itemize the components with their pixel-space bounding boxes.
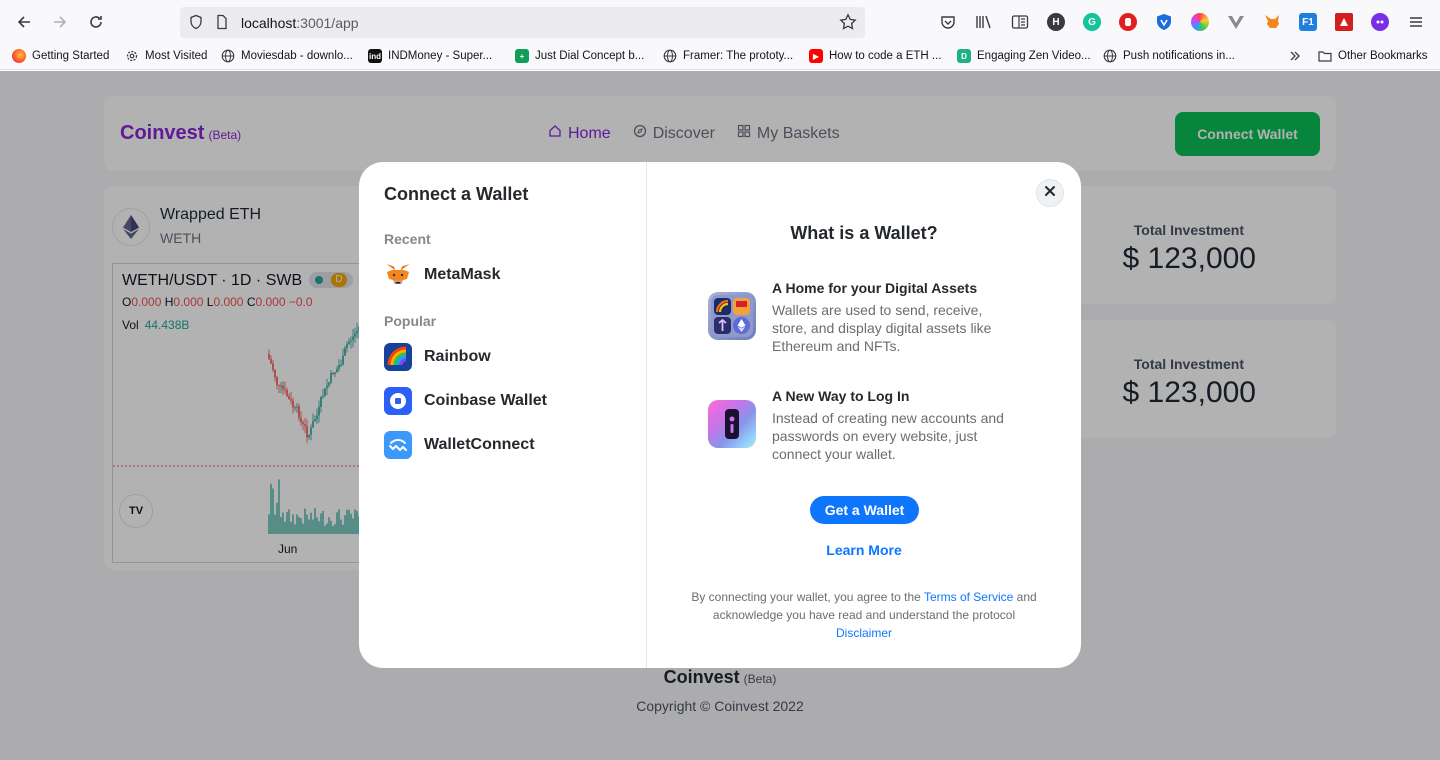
bookmark-star-icon[interactable]	[839, 13, 857, 36]
bookmark-item[interactable]: ind INDMoney - Super...	[368, 49, 492, 63]
info-body-login: Instead of creating new accounts and pas…	[772, 410, 1004, 462]
bookmark-label: Engaging Zen Video...	[977, 50, 1091, 62]
other-bookmarks[interactable]: Other Bookmarks	[1318, 49, 1427, 63]
bookmark-label: Other Bookmarks	[1338, 50, 1428, 62]
indmoney-icon: ind	[368, 49, 382, 63]
bookmark-item[interactable]: Most Visited	[125, 49, 207, 63]
bookmarks-bar: Getting Started Most Visited Moviesdab -…	[0, 44, 1440, 70]
close-modal-button[interactable]	[1036, 179, 1064, 207]
adblock-icon[interactable]	[1119, 13, 1137, 31]
disclaimer-link[interactable]: Disclaimer	[836, 626, 892, 640]
bookmarks-overflow-chevron-icon[interactable]	[1288, 49, 1302, 63]
info-title-login: A New Way to Log In	[772, 388, 910, 404]
modal-title: Connect a Wallet	[384, 184, 529, 204]
vpn-shield-icon[interactable]	[1155, 13, 1173, 31]
get-a-wallet-button[interactable]: Get a Wallet	[810, 496, 919, 524]
wallet-option-walletconnect[interactable]: WalletConnect	[384, 431, 535, 459]
zen-icon: D	[957, 49, 971, 63]
metamask-extension-icon[interactable]	[1263, 13, 1281, 31]
browser-toolbar: localhost:3001/app H G F1	[0, 0, 1440, 44]
bookmark-label: Moviesdab - downlo...	[241, 50, 353, 62]
hamburger-menu-icon[interactable]	[1407, 13, 1425, 31]
wallet-list-panel: Connect a Wallet Recent MetaMask Popular…	[359, 162, 647, 668]
recent-label: Recent	[384, 231, 431, 247]
globe-icon	[1103, 49, 1117, 63]
vue-devtools-icon[interactable]	[1227, 13, 1245, 31]
shield-icon[interactable]	[188, 14, 204, 35]
firefox-icon	[12, 49, 26, 63]
bookmark-item[interactable]: + Just Dial Concept b...	[515, 49, 644, 63]
red-extension-icon[interactable]	[1335, 13, 1353, 31]
library-icon[interactable]	[975, 13, 993, 31]
globe-icon	[663, 49, 677, 63]
terms-of-service-link[interactable]: Terms of Service	[924, 590, 1013, 604]
popular-label: Popular	[384, 313, 437, 329]
url-text: localhost:3001/app	[241, 15, 359, 31]
bookmark-item[interactable]: ▶ How to code a ETH ...	[809, 49, 942, 63]
metamask-icon	[384, 261, 412, 289]
bookmark-item[interactable]: Push notifications in...	[1103, 49, 1235, 63]
reader-view-icon[interactable]	[1011, 13, 1029, 31]
f1-extension-icon[interactable]: F1	[1299, 13, 1317, 31]
folder-icon	[1318, 49, 1332, 63]
legal-notice: By connecting your wallet, you agree to …	[691, 590, 1037, 640]
learn-more-link[interactable]: Learn More	[647, 542, 1081, 558]
info-title-digital-assets: A Home for your Digital Assets	[772, 280, 978, 296]
login-key-icon	[708, 400, 756, 448]
h-extension-icon[interactable]: H	[1047, 13, 1065, 31]
color-picker-icon[interactable]	[1191, 13, 1209, 31]
rainbow-icon	[384, 343, 412, 371]
url-bar[interactable]: localhost:3001/app	[180, 7, 865, 38]
forward-arrow-icon[interactable]	[48, 10, 72, 34]
purple-extension-icon[interactable]	[1371, 13, 1389, 31]
grammarly-icon[interactable]: G	[1083, 13, 1101, 31]
bookmark-label: Getting Started	[32, 50, 110, 62]
gear-icon	[125, 49, 139, 63]
bookmark-item[interactable]: Moviesdab - downlo...	[221, 49, 353, 63]
connect-wallet-modal: Connect a Wallet Recent MetaMask Popular…	[359, 162, 1081, 668]
page-icon[interactable]	[214, 14, 230, 35]
what-is-wallet-title: What is a Wallet?	[790, 223, 938, 243]
wallet-option-metamask[interactable]: MetaMask	[384, 261, 500, 289]
bookmark-label: Framer: The prototy...	[683, 50, 794, 62]
bookmark-label: Most Visited	[145, 50, 208, 62]
bookmark-label: INDMoney - Super...	[388, 50, 493, 62]
info-body-digital-assets: Wallets are used to send, receive, store…	[772, 302, 992, 354]
wallet-option-coinbase[interactable]: Coinbase Wallet	[384, 387, 547, 415]
reload-icon[interactable]	[84, 10, 108, 34]
close-icon	[1044, 184, 1056, 202]
digital-assets-icon	[708, 292, 756, 340]
globe-icon	[221, 49, 235, 63]
bookmark-label: Just Dial Concept b...	[535, 50, 645, 62]
bookmark-label: How to code a ETH ...	[829, 50, 942, 62]
coinbase-icon	[384, 387, 412, 415]
back-arrow-icon[interactable]	[12, 10, 36, 34]
bookmark-item[interactable]: Framer: The prototy...	[663, 49, 793, 63]
youtube-icon: ▶	[809, 49, 823, 63]
bookmark-label: Push notifications in...	[1123, 50, 1235, 62]
green-plus-icon: +	[515, 49, 529, 63]
wallet-option-rainbow[interactable]: Rainbow	[384, 343, 491, 371]
bookmark-item[interactable]: D Engaging Zen Video...	[957, 49, 1091, 63]
bookmark-item[interactable]: Getting Started	[12, 49, 109, 63]
walletconnect-icon	[384, 431, 412, 459]
pocket-icon[interactable]	[939, 13, 957, 31]
